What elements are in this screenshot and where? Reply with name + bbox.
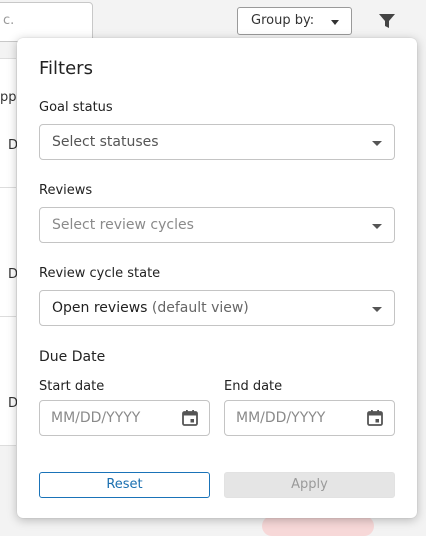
popover-title: Filters bbox=[39, 58, 93, 79]
calendar-icon[interactable] bbox=[366, 409, 384, 431]
reviews-placeholder: Select review cycles bbox=[52, 217, 194, 233]
group-by-label: Group by: bbox=[251, 13, 315, 28]
reviews-select[interactable]: Select review cycles bbox=[39, 207, 395, 243]
end-date-label: End date bbox=[224, 379, 283, 394]
search-input-text: c. bbox=[3, 13, 15, 28]
goal-card[interactable] bbox=[0, 58, 16, 188]
review-cycle-state-select[interactable]: Open reviews (default view) bbox=[39, 290, 395, 326]
end-date-input[interactable]: MM/DD/YYYY bbox=[224, 400, 395, 436]
calendar-icon[interactable] bbox=[181, 409, 199, 431]
chevron-down-icon bbox=[331, 20, 339, 25]
goal-card[interactable] bbox=[0, 187, 16, 317]
review-cycle-state-value: Open reviews bbox=[52, 300, 148, 316]
status-badge bbox=[262, 516, 374, 536]
start-date-placeholder: MM/DD/YYYY bbox=[51, 410, 141, 426]
apply-button[interactable]: Apply bbox=[224, 472, 395, 498]
goal-status-label: Goal status bbox=[39, 100, 113, 115]
chevron-down-icon bbox=[372, 224, 382, 229]
goal-card[interactable] bbox=[0, 316, 16, 446]
filters-popover: Filters Goal status Select statuses Revi… bbox=[17, 38, 417, 518]
search-input[interactable]: c. bbox=[0, 2, 93, 42]
goal-status-placeholder: Select statuses bbox=[52, 134, 159, 150]
start-date-input[interactable]: MM/DD/YYYY bbox=[39, 400, 210, 436]
group-by-dropdown[interactable]: Group by: bbox=[237, 7, 352, 35]
review-cycle-state-label: Review cycle state bbox=[39, 266, 161, 281]
review-cycle-state-note: (default view) bbox=[151, 300, 249, 316]
goal-status-select[interactable]: Select statuses bbox=[39, 124, 395, 160]
start-date-label: Start date bbox=[39, 379, 105, 394]
chevron-down-icon bbox=[372, 307, 382, 312]
chevron-down-icon bbox=[372, 141, 382, 146]
reset-button[interactable]: Reset bbox=[39, 472, 210, 498]
reviews-label: Reviews bbox=[39, 183, 93, 198]
filter-icon[interactable] bbox=[378, 12, 396, 34]
end-date-placeholder: MM/DD/YYYY bbox=[236, 410, 326, 426]
due-date-heading: Due Date bbox=[39, 349, 106, 365]
